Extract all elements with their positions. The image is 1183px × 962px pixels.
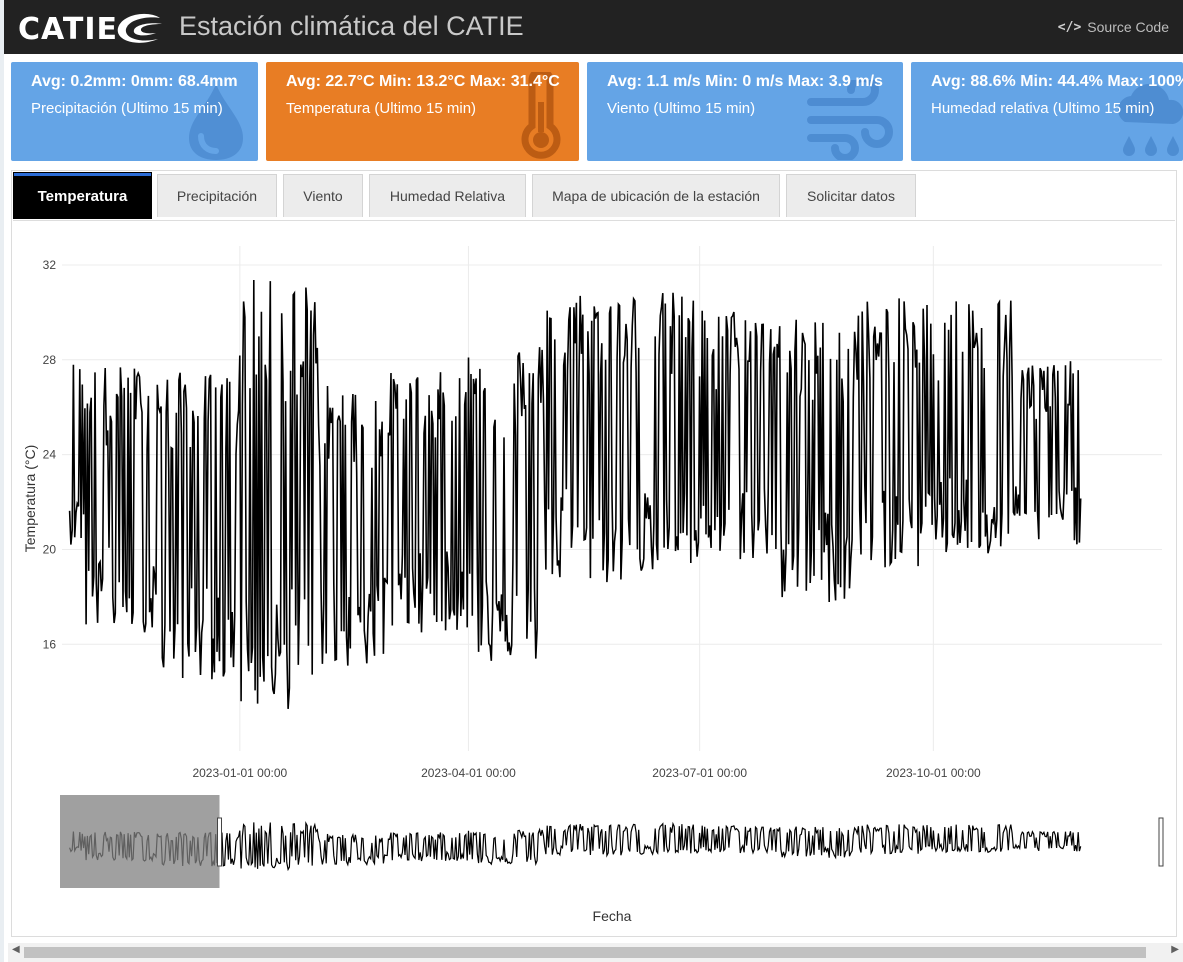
x-tick-label: 2023-01-01 00:00 [192,766,287,780]
y-tick-label: 24 [43,448,57,462]
water-drop-icon [189,84,243,160]
summary-cards: Avg: 0.2mm: 0mm: 68.4mm Precipitación (U… [4,62,1183,162]
tab-temperatura[interactable]: Temperatura [13,172,152,219]
catie-logo[interactable]: CATIE [18,10,164,48]
logo-swoosh-icon [117,13,163,43]
card-sub-text: Temperatura (Ultimo 15 min) [286,100,477,117]
scroll-right-arrow-icon[interactable]: ▶ [1171,944,1179,955]
source-code-link[interactable]: </> Source Code [1058,19,1169,35]
card-main-text: Avg: 22.7°C Min: 13.2°C Max: 31.4°C [286,73,560,90]
tab-bar: Temperatura Precipitación Viento Humedad… [13,172,1175,221]
app-window: CATIE Estación climática del CATIE </> S… [4,0,1183,962]
horizontal-scrollbar[interactable]: ◀ ▶ [8,943,1183,962]
card-sub-text: Precipitación (Ultimo 15 min) [31,100,223,117]
code-icon: </> [1057,19,1082,35]
x-tick-label: 2023-07-01 00:00 [652,766,747,780]
card-wind: Avg: 1.1 m/s Min: 0 m/s Max: 3.9 m/s Vie… [587,62,903,161]
chart-svg[interactable]: 16 20 24 28 32 2023-01-01 00:00 2023-04-01 00:… [12,221,1176,936]
temperature-chart[interactable]: 16 20 24 28 32 2023-01-01 00:00 2023-04-01 00:… [12,221,1176,936]
page-title: Estación climática del CATIE [179,11,524,41]
card-main-text: Avg: 1.1 m/s Min: 0 m/s Max: 3.9 m/s [607,73,883,90]
top-navbar: CATIE Estación climática del CATIE </> S… [4,0,1183,54]
x-axis-title: Fecha [593,908,632,924]
tab-viento[interactable]: Viento [283,174,363,217]
rangeslider-left-handle [217,817,223,867]
card-main-text: Avg: 0.2mm: 0mm: 68.4mm [31,73,238,90]
y-tick-label: 16 [43,637,57,651]
tab-humedad-relativa[interactable]: Humedad Relativa [369,174,526,217]
scrollbar-thumb[interactable] [24,947,1146,958]
tab-mapa-ubicacion[interactable]: Mapa de ubicación de la estación [532,174,780,217]
card-temperature: Avg: 22.7°C Min: 13.2°C Max: 31.4°C Temp… [266,62,579,161]
tab-precipitacion[interactable]: Precipitación [157,174,277,217]
logo-text: CATIE [18,11,119,47]
card-main-text: Avg: 88.6% Min: 44.4% Max: 100% [931,73,1183,90]
rangeslider-selected-mask [60,795,220,888]
rangeslider-right-handle [1158,817,1164,867]
card-humidity: Avg: 88.6% Min: 44.4% Max: 100% Humedad … [911,62,1183,161]
tab-panel: Temperatura Precipitación Viento Humedad… [11,170,1177,937]
scroll-left-arrow-icon[interactable]: ◀ [12,944,20,955]
x-tick-label: 2023-10-01 00:00 [886,766,981,780]
card-sub-text: Humedad relativa (Ultimo 15 min) [931,100,1155,117]
x-tick-label: 2023-04-01 00:00 [421,766,516,780]
y-tick-label: 20 [43,542,57,556]
y-tick-label: 32 [43,258,57,272]
wind-icon [807,80,893,160]
y-axis-title: Temperatura (°C) [22,445,38,553]
card-sub-text: Viento (Ultimo 15 min) [607,100,756,117]
source-code-label: Source Code [1087,19,1169,35]
tab-solicitar-datos[interactable]: Solicitar datos [786,174,916,217]
card-precipitation: Avg: 0.2mm: 0mm: 68.4mm Precipitación (U… [11,62,258,161]
y-tick-label: 28 [43,353,57,367]
